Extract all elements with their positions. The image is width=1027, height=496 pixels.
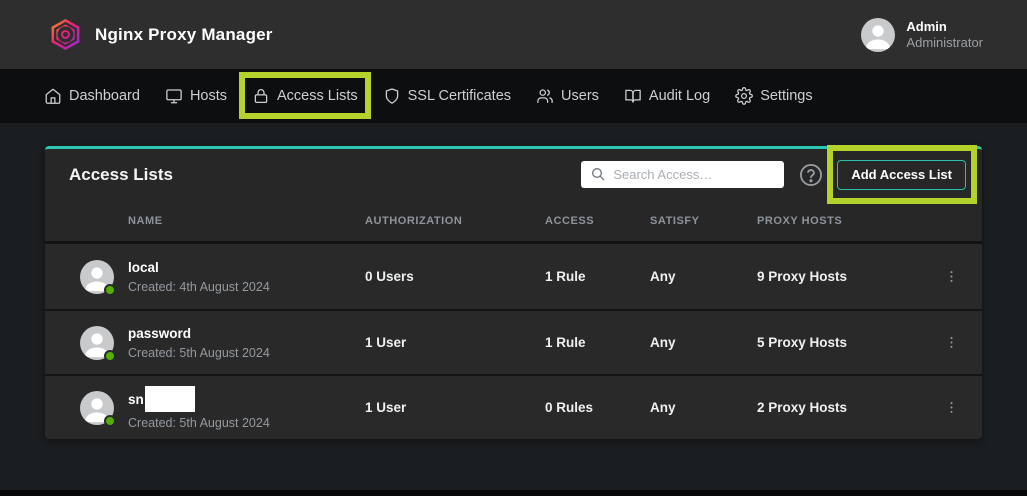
table-row[interactable]: local Created: 4th August 2024 0 Users 1…	[45, 244, 982, 309]
gear-icon	[735, 87, 753, 105]
help-button[interactable]	[797, 161, 824, 188]
redaction-box	[145, 386, 195, 412]
list-avatar	[80, 391, 114, 425]
user-role: Administrator	[906, 35, 983, 51]
list-avatar	[80, 260, 114, 294]
nav-item-dashboard[interactable]: Dashboard	[44, 87, 140, 105]
access-list-name: local	[128, 260, 159, 275]
nav-item-settings[interactable]: Settings	[735, 87, 812, 105]
main-nav: Dashboard Hosts Access Lists SSL Certifi…	[0, 69, 1027, 123]
col-satisfy: SATISFY	[650, 215, 757, 227]
proxy-hosts-value: 9 Proxy Hosts	[757, 269, 920, 284]
row-name-cell: password Created: 5th August 2024	[128, 326, 365, 360]
row-name-cell: local Created: 4th August 2024	[128, 260, 365, 294]
status-online-dot	[104, 415, 116, 427]
created-date: Created: 5th August 2024	[128, 416, 365, 430]
proxy-hosts-value: 2 Proxy Hosts	[757, 400, 920, 415]
home-icon	[44, 87, 62, 105]
access-list-name: sn	[128, 392, 144, 407]
created-date: Created: 4th August 2024	[128, 280, 365, 294]
satisfy-value: Any	[650, 269, 757, 284]
main-content: Access Lists Add Access List	[0, 123, 1027, 490]
panel-header: Access Lists Add Access List	[45, 149, 982, 200]
col-name: NAME	[128, 215, 365, 227]
nav-item-label: Settings	[760, 88, 812, 104]
panel-actions: Add Access List	[581, 160, 966, 190]
monitor-icon	[165, 87, 183, 105]
panel-title: Access Lists	[69, 165, 173, 185]
nav-item-label: Audit Log	[649, 88, 710, 104]
brand: Nginx Proxy Manager	[49, 18, 273, 51]
col-authorization: AUTHORIZATION	[365, 215, 545, 227]
row-avatar-cell	[45, 260, 128, 294]
app-window: Nginx Proxy Manager Admin Administrator …	[0, 0, 1027, 496]
app-logo-icon	[49, 18, 82, 51]
lock-icon	[252, 87, 270, 105]
access-value: 0 Rules	[545, 400, 650, 415]
access-lists-panel: Access Lists Add Access List	[45, 146, 982, 439]
add-button-wrap: Add Access List	[837, 160, 966, 190]
table-row[interactable]: sn Created: 5th August 2024 1 User 0 Rul…	[45, 374, 982, 439]
access-list-name: password	[128, 326, 191, 341]
row-actions-button[interactable]	[920, 311, 982, 374]
row-avatar-cell	[45, 326, 128, 360]
row-actions-button[interactable]	[920, 244, 982, 309]
satisfy-value: Any	[650, 335, 757, 350]
proxy-hosts-value: 5 Proxy Hosts	[757, 335, 920, 350]
user-menu[interactable]: Admin Administrator	[861, 18, 983, 52]
col-access: ACCESS	[545, 215, 650, 227]
kebab-menu-icon	[944, 400, 959, 415]
row-name-cell: sn Created: 5th August 2024	[128, 386, 365, 430]
col-proxy-hosts: PROXY HOSTS	[757, 215, 920, 227]
nav-item-hosts[interactable]: Hosts	[165, 87, 227, 105]
user-name: Admin	[906, 18, 983, 35]
table-header: NAME AUTHORIZATION ACCESS SATISFY PROXY …	[45, 200, 982, 244]
search-icon	[590, 166, 606, 182]
authorization-value: 0 Users	[365, 269, 545, 284]
search-box	[581, 161, 784, 188]
satisfy-value: Any	[650, 400, 757, 415]
users-icon	[536, 87, 554, 105]
app-header: Nginx Proxy Manager Admin Administrator	[0, 0, 1027, 69]
authorization-value: 1 User	[365, 335, 545, 350]
nav-item-access-lists[interactable]: Access Lists	[252, 87, 358, 105]
nav-item-label: Dashboard	[69, 88, 140, 104]
nav-item-label: Users	[561, 88, 599, 104]
access-value: 1 Rule	[545, 335, 650, 350]
nav-item-label: Hosts	[190, 88, 227, 104]
add-access-list-button[interactable]: Add Access List	[837, 160, 966, 190]
book-icon	[624, 87, 642, 105]
access-value: 1 Rule	[545, 269, 650, 284]
nav-item-ssl-certificates[interactable]: SSL Certificates	[383, 87, 511, 105]
status-online-dot	[104, 350, 116, 362]
nav-item-users[interactable]: Users	[536, 87, 599, 105]
nav-item-audit-log[interactable]: Audit Log	[624, 87, 710, 105]
row-avatar-cell	[45, 391, 128, 425]
person-icon	[861, 18, 895, 52]
kebab-menu-icon	[944, 269, 959, 284]
bottom-edge	[0, 490, 1027, 496]
search-input[interactable]	[581, 161, 784, 188]
authorization-value: 1 User	[365, 400, 545, 415]
user-info: Admin Administrator	[906, 18, 983, 51]
nav-item-label: Access Lists	[277, 88, 358, 104]
help-circle-icon	[798, 162, 824, 188]
shield-icon	[383, 87, 401, 105]
row-actions-button[interactable]	[920, 376, 982, 439]
list-avatar	[80, 326, 114, 360]
app-title: Nginx Proxy Manager	[95, 25, 273, 45]
created-date: Created: 5th August 2024	[128, 346, 365, 360]
status-online-dot	[104, 284, 116, 296]
table-row[interactable]: password Created: 5th August 2024 1 User…	[45, 309, 982, 374]
kebab-menu-icon	[944, 335, 959, 350]
user-avatar	[861, 18, 895, 52]
nav-item-label: SSL Certificates	[408, 88, 511, 104]
